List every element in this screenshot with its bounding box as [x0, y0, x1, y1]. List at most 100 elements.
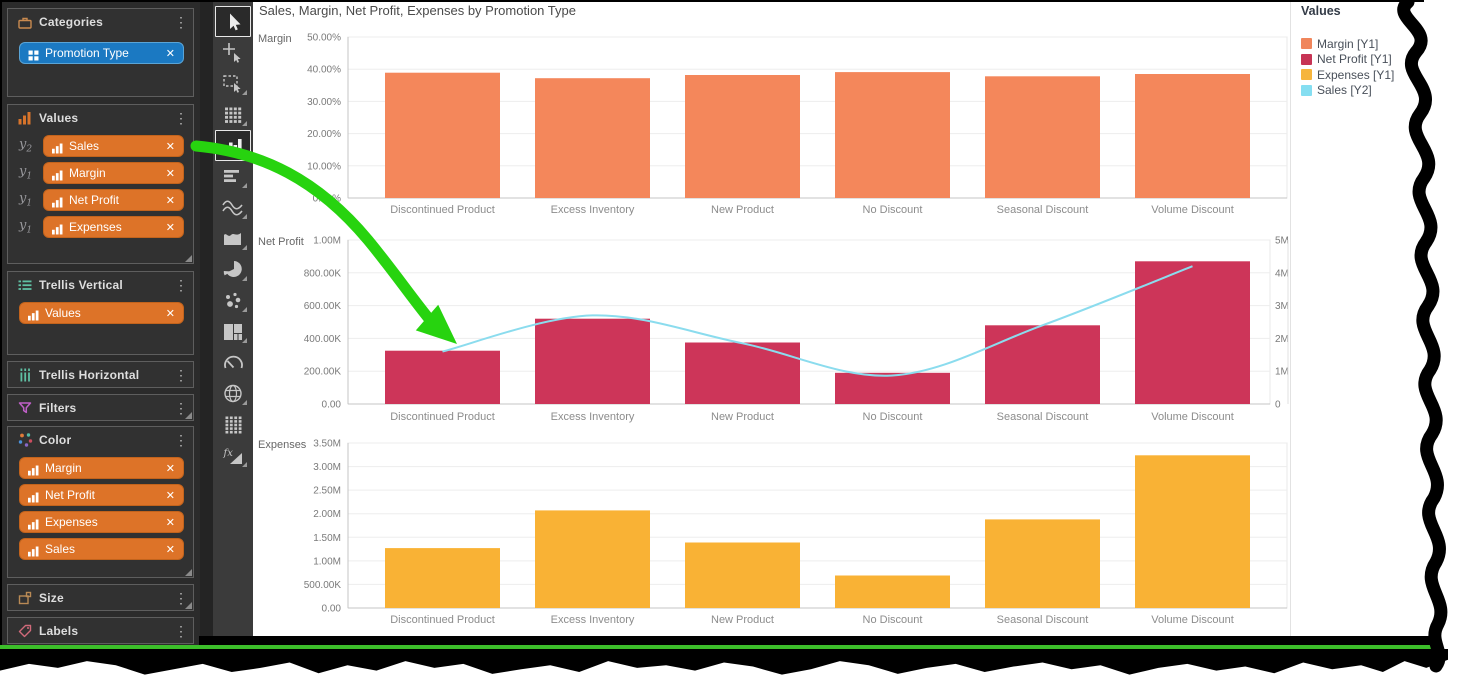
- panel-header-categories: Categories⋮: [8, 9, 193, 34]
- margin-bar-3[interactable]: [835, 72, 950, 198]
- y-tick-label: 1.50M: [313, 533, 341, 544]
- field-pill-expenses[interactable]: Expenses✕: [19, 511, 184, 533]
- x-category-label: Excess Inventory: [551, 411, 635, 423]
- field-pill-sales[interactable]: Sales ✕: [19, 538, 184, 560]
- net-profit-bar-1[interactable]: [535, 319, 650, 404]
- chart-type-toolbar: fx: [213, 2, 253, 636]
- panel-menu-icon[interactable]: ⋮: [173, 111, 189, 125]
- toolbar-calculated-chart[interactable]: fx: [213, 440, 253, 471]
- field-pill-sales[interactable]: Sales✕: [43, 135, 184, 157]
- y2-tick-label: 3M: [1275, 301, 1289, 312]
- legend-item[interactable]: Expenses [Y1]: [1301, 67, 1394, 83]
- submenu-corner-icon: [242, 338, 247, 343]
- toolbar-select-tool[interactable]: [213, 6, 253, 37]
- submenu-corner-icon: [242, 462, 247, 467]
- submenu-corner-icon: [242, 307, 247, 312]
- remove-field-icon[interactable]: ✕: [162, 543, 175, 556]
- margin-bar-5[interactable]: [1135, 74, 1250, 198]
- legend: Values Margin [Y1]Net Profit [Y1]Expense…: [1292, 0, 1432, 200]
- toolbar-lasso-select-tool[interactable]: [213, 68, 253, 99]
- net-profit-bar-2[interactable]: [685, 343, 800, 405]
- panel-menu-icon[interactable]: ⋮: [173, 15, 189, 29]
- expenses-bar-4[interactable]: [985, 519, 1100, 608]
- net-profit-bar-0[interactable]: [385, 351, 500, 404]
- screenshot-edge-left: [0, 0, 2, 649]
- remove-field-icon[interactable]: ✕: [162, 516, 175, 529]
- field-pill-net-profit[interactable]: Net Profit✕: [43, 189, 184, 211]
- toolbar-scatter-chart[interactable]: [213, 285, 253, 316]
- legend-item[interactable]: Margin [Y1]: [1301, 36, 1394, 52]
- expenses-bar-0[interactable]: [385, 548, 500, 608]
- margin-bar-1[interactable]: [535, 78, 650, 198]
- field-pill-margin[interactable]: Margin✕: [43, 162, 184, 184]
- expenses-bar-1[interactable]: [535, 510, 650, 608]
- panel-menu-icon[interactable]: ⋮: [173, 278, 189, 292]
- trellis-axis-name: Expenses: [258, 439, 307, 451]
- y-tick-label: 2.50M: [313, 486, 341, 497]
- panel-menu-icon[interactable]: ⋮: [173, 624, 189, 638]
- expenses-bar-3[interactable]: [835, 576, 950, 609]
- panel-menu-icon[interactable]: ⋮: [173, 368, 189, 382]
- field-row: Margin✕: [19, 457, 184, 479]
- field-pill-margin[interactable]: Margin✕: [19, 457, 184, 479]
- remove-field-icon[interactable]: ✕: [162, 221, 175, 234]
- toolbar-column-chart[interactable]: [213, 130, 253, 161]
- margin-bar-0[interactable]: [385, 73, 500, 198]
- panel-resize-corner[interactable]: [185, 602, 192, 609]
- panel-title: Trellis Vertical: [39, 278, 173, 292]
- field-pill-label: Values: [45, 306, 156, 320]
- field-pill-expenses[interactable]: Expenses ✕: [43, 216, 184, 238]
- field-pill-values[interactable]: Values ✕: [19, 302, 184, 324]
- field-pill-label: Sales: [45, 542, 156, 556]
- panel-resize-corner[interactable]: [185, 255, 192, 262]
- toolbar-treemap-chart[interactable]: [213, 316, 253, 347]
- net-profit-bar-4[interactable]: [985, 325, 1100, 404]
- field-pill-net-profit[interactable]: Net Profit✕: [19, 484, 184, 506]
- window-green-border: [0, 645, 1441, 649]
- toolbar-area-chart[interactable]: [213, 223, 253, 254]
- remove-field-icon[interactable]: ✕: [162, 307, 175, 320]
- remove-field-icon[interactable]: ✕: [162, 194, 175, 207]
- field-pill-promotion-type[interactable]: Promotion Type✕: [19, 42, 184, 64]
- expenses-bar-2[interactable]: [685, 543, 800, 609]
- pictograph-chart-icon: [221, 413, 245, 437]
- field-pill-label: Expenses: [69, 220, 156, 234]
- field-row: Net Profit✕: [19, 484, 184, 506]
- expenses-bar-5[interactable]: [1135, 455, 1250, 608]
- y-tick-label: 0.00: [322, 604, 342, 615]
- panel-menu-icon[interactable]: ⋮: [173, 433, 189, 447]
- remove-field-icon[interactable]: ✕: [162, 489, 175, 502]
- mini-bars-icon: [52, 170, 63, 181]
- net-profit-chart: 1.00M800.00K600.00K400.00K200.00K0.005M4…: [258, 236, 1289, 424]
- remove-field-icon[interactable]: ✕: [162, 140, 175, 153]
- field-row: Promotion Type✕: [19, 42, 184, 64]
- toolbar-grid-view[interactable]: [213, 99, 253, 130]
- panel-resize-corner[interactable]: [185, 569, 192, 576]
- toolbar-pictograph-chart[interactable]: [213, 409, 253, 440]
- toolbar-map-chart[interactable]: [213, 378, 253, 409]
- y-tick-label: 20.00%: [307, 129, 341, 140]
- legend-item[interactable]: Sales [Y2]: [1301, 83, 1394, 99]
- y2-tick-label: 0: [1275, 400, 1281, 411]
- toolbar-line-chart[interactable]: [213, 192, 253, 223]
- remove-field-icon[interactable]: ✕: [162, 47, 175, 60]
- x-category-label: Excess Inventory: [551, 204, 635, 216]
- net-profit-bar-3[interactable]: [835, 373, 950, 404]
- mini-bars-icon: [28, 310, 39, 321]
- y-tick-label: 0.00%: [313, 194, 341, 205]
- remove-field-icon[interactable]: ✕: [162, 462, 175, 475]
- legend-item[interactable]: Net Profit [Y1]: [1301, 52, 1394, 68]
- size-icon: [17, 590, 33, 606]
- remove-field-icon[interactable]: ✕: [162, 167, 175, 180]
- torn-paper-edge-bottom: [0, 649, 1448, 676]
- margin-bar-4[interactable]: [985, 76, 1100, 198]
- toolbar-pie-chart[interactable]: [213, 254, 253, 285]
- toolbar-bar-chart[interactable]: [213, 161, 253, 192]
- margin-bar-2[interactable]: [685, 75, 800, 198]
- panel-resize-corner[interactable]: [185, 412, 192, 419]
- y-tick-label: 40.00%: [307, 65, 341, 76]
- toolbar-gauge-chart[interactable]: [213, 347, 253, 378]
- axis-assignment-label: y1: [19, 218, 43, 236]
- legend-label: Expenses [Y1]: [1317, 68, 1394, 82]
- toolbar-point-select-tool[interactable]: [213, 37, 253, 68]
